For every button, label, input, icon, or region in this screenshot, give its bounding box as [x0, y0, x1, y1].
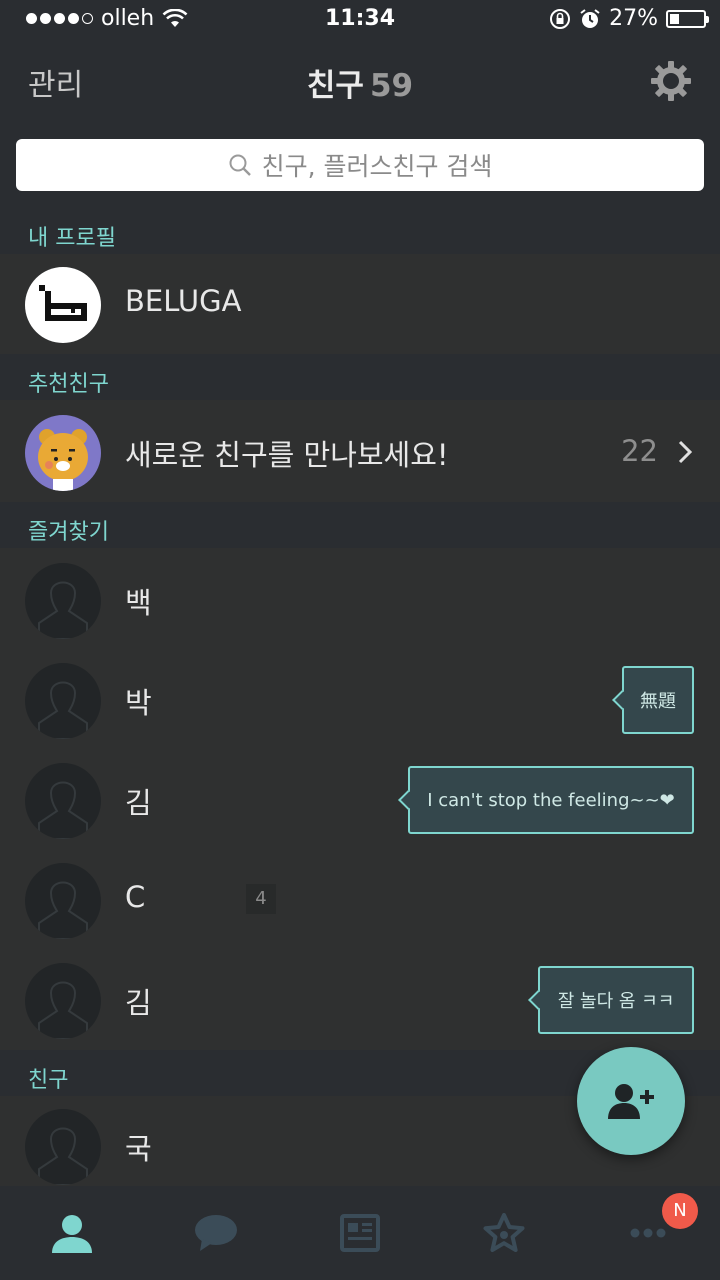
alarm-icon [580, 8, 600, 28]
news-icon [340, 1214, 380, 1252]
section-favorites: 즐겨찾기 [0, 502, 720, 548]
rotation-lock-icon [550, 8, 571, 29]
friend-name: 박 [125, 686, 152, 720]
battery-icon [666, 9, 709, 28]
friend-name: 김 [125, 786, 152, 820]
default-avatar-icon [25, 563, 101, 639]
page-title: 친구 59 [0, 60, 720, 105]
friend-name: C [125, 880, 146, 914]
page-title-label: 친구 [306, 68, 364, 104]
member-count-badge: 4 [246, 884, 276, 914]
tab-chats[interactable] [144, 1186, 288, 1280]
recommend-text: 새로운 친구를 만나보세요! [125, 438, 449, 472]
default-avatar-icon [25, 763, 101, 839]
tab-friends[interactable] [0, 1186, 144, 1280]
friend-name: 김 [125, 986, 152, 1020]
star-icon [483, 1213, 525, 1252]
tab-favorites[interactable] [432, 1186, 576, 1280]
profile-name: BELUGA [125, 284, 242, 318]
tab-more[interactable] [576, 1186, 720, 1280]
status-message-bubble: 無題 [622, 666, 694, 734]
status-message-bubble: I can't stop the feeling~~❤ [408, 766, 694, 834]
search-icon [229, 154, 251, 176]
favorite-row[interactable]: C 4 [0, 850, 720, 950]
tab-news[interactable] [288, 1186, 432, 1280]
friend-count: 59 [369, 68, 414, 104]
section-my-profile: 내 프로필 [0, 208, 720, 254]
default-avatar-icon [25, 963, 101, 1039]
more-icon [630, 1228, 666, 1238]
status-bar: olleh 11:34 27% [0, 0, 720, 40]
default-avatar-icon [25, 863, 101, 939]
default-avatar-icon [25, 1109, 101, 1185]
new-badge: N [662, 1193, 698, 1229]
recommend-avatar [25, 415, 101, 491]
default-avatar-icon [25, 663, 101, 739]
favorite-row[interactable]: 김 잘 놀다 옴 ㅋㅋ [0, 950, 720, 1050]
status-message-bubble: 잘 놀다 옴 ㅋㅋ [538, 966, 694, 1034]
favorite-row[interactable]: 백 [0, 550, 720, 650]
chevron-right-icon [678, 440, 692, 464]
ryan-character-icon [38, 429, 88, 491]
battery-percent: 27% [609, 6, 658, 31]
search-placeholder: 친구, 플러스친구 검색 [261, 152, 493, 181]
friend-name: 국 [125, 1132, 152, 1166]
recommend-count: 22 [621, 434, 658, 468]
status-right: 27% [549, 6, 709, 31]
profile-avatar [25, 267, 101, 343]
settings-gear-icon[interactable] [650, 60, 692, 102]
chat-icon [195, 1215, 237, 1251]
friends-icon [52, 1215, 92, 1253]
recommend-row[interactable]: 새로운 친구를 만나보세요! 22 [0, 402, 720, 502]
add-friend-button[interactable] [577, 1047, 685, 1155]
my-profile-row[interactable]: BELUGA [0, 254, 720, 354]
beluga-avatar-icon [39, 285, 87, 321]
search-area: 친구, 플러스친구 검색 [0, 124, 720, 208]
add-friend-icon [608, 1084, 654, 1119]
search-input[interactable]: 친구, 플러스친구 검색 [16, 139, 704, 191]
section-recommend: 추천친구 [0, 354, 720, 400]
tab-bar [0, 1186, 720, 1280]
friend-name: 백 [125, 586, 152, 620]
nav-bar: 관리 친구 59 [0, 40, 720, 124]
favorite-row[interactable]: 김 I can't stop the feeling~~❤ [0, 750, 720, 850]
favorite-row[interactable]: 박 無題 [0, 650, 720, 750]
